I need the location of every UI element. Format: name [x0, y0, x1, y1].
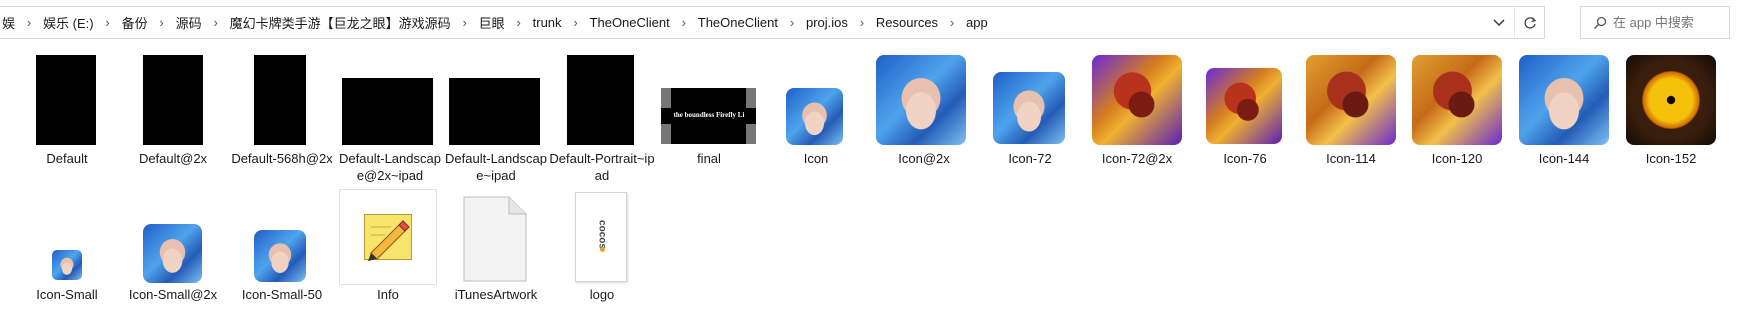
chevron-right-icon[interactable]: › [672, 15, 696, 30]
file-thumbnail [120, 188, 226, 288]
file-name: Icon-Small-50 [241, 287, 323, 302]
character-portrait-image [1519, 55, 1609, 145]
file-thumbnail [871, 50, 977, 150]
file-name: Icon-144 [1538, 151, 1590, 166]
chevron-right-icon[interactable]: › [850, 15, 874, 30]
file-name: Icon-72 [1008, 151, 1052, 166]
file-name: Default [46, 151, 88, 166]
file-thumbnail [120, 50, 226, 150]
chevron-right-icon[interactable]: › [150, 15, 174, 30]
chevron-right-icon[interactable]: › [204, 15, 228, 30]
file-name: Icon-114 [1326, 151, 1376, 166]
breadcrumb-item-jueyan[interactable]: 巨眼 [477, 13, 507, 32]
file-thumbnail [1084, 50, 1190, 150]
file-thumbnail [977, 50, 1083, 150]
file-thumbnail: cocos [549, 188, 655, 288]
dragon-image [1206, 68, 1282, 144]
file-name: iTunesArtwork [454, 287, 538, 302]
breadcrumb-item-backup[interactable]: 备份 [120, 13, 150, 32]
file-name: Icon [803, 151, 829, 166]
history-dropdown-button[interactable] [1484, 7, 1514, 38]
chevron-right-icon[interactable]: › [564, 15, 588, 30]
video-thumbnail: the boundless Firefly Li [656, 50, 762, 150]
chevron-right-icon[interactable]: › [780, 15, 804, 30]
breadcrumb-item-project[interactable]: 魔幻卡牌类手游【巨龙之眼】游戏源码 [228, 13, 453, 32]
breadcrumb-item-resources[interactable]: Resources [874, 15, 940, 30]
chevron-right-icon[interactable]: › [453, 15, 477, 30]
breadcrumb-item-theoneclient-2[interactable]: TheOneClient [696, 15, 780, 30]
dragon-image [1092, 55, 1182, 145]
breadcrumb-item-drive[interactable]: 娱乐 (E:) [41, 13, 96, 32]
file-thumbnail [1192, 50, 1298, 150]
blank-file-icon [463, 196, 527, 282]
file-thumbnail [1511, 50, 1617, 150]
file-thumbnail [1404, 50, 1510, 150]
file-name: Icon-Small [36, 287, 98, 302]
file-name: Default-568h@2x [231, 151, 333, 166]
chevron-right-icon[interactable]: › [17, 15, 41, 30]
logo-image: cocos [575, 192, 627, 282]
file-name: Default@2x [138, 151, 208, 166]
file-thumbnail [443, 188, 549, 288]
search-box[interactable] [1580, 6, 1730, 39]
search-icon [1587, 7, 1613, 38]
file-thumbnail [229, 50, 335, 150]
dragon-eye-image [1626, 55, 1716, 145]
breadcrumb-item-source[interactable]: 源码 [174, 13, 204, 32]
file-name: Icon-152 [1645, 151, 1697, 166]
file-name: Icon-120 [1431, 151, 1483, 166]
dragon-image [1306, 55, 1396, 145]
file-thumbnail [229, 188, 335, 288]
file-thumbnail [443, 50, 549, 150]
character-portrait-image [143, 224, 202, 283]
file-thumbnail [1618, 50, 1724, 150]
refresh-icon [1523, 16, 1536, 29]
breadcrumb-item-theoneclient[interactable]: TheOneClient [588, 15, 672, 30]
file-thumbnail [339, 189, 437, 285]
file-thumbnail [337, 50, 443, 150]
dragon-image [1412, 55, 1502, 145]
file-thumbnail [763, 50, 869, 150]
file-name: Info [377, 287, 399, 302]
file-thumbnail [1298, 50, 1404, 150]
breadcrumb-item-proj-ios[interactable]: proj.ios [804, 15, 850, 30]
refresh-button[interactable] [1514, 7, 1544, 38]
file-name: Default-Landscape@2x~ipad [339, 151, 441, 183]
file-name: Icon@2x [898, 151, 950, 166]
address-row: 娱 › 娱乐 (E:) › 备份 › 源码 › 魔幻卡牌类手游【巨龙之眼】游戏源… [0, 0, 1740, 44]
search-input[interactable] [1613, 15, 1723, 30]
character-portrait-image [254, 230, 306, 282]
file-name: Default-Landscape~ipad [445, 151, 547, 183]
character-portrait-image [786, 88, 843, 145]
address-bar[interactable]: 娱 › 娱乐 (E:) › 备份 › 源码 › 魔幻卡牌类手游【巨龙之眼】游戏源… [0, 6, 1545, 39]
breadcrumb-item-trunk[interactable]: trunk [531, 15, 564, 30]
file-name: Icon-Small@2x [128, 287, 218, 302]
file-thumbnail [549, 50, 655, 150]
file-name: Icon-76 [1223, 151, 1267, 166]
video-frame-text: the boundless Firefly Li [673, 111, 745, 119]
breadcrumb-item-root[interactable]: 娱 [0, 13, 17, 32]
breadcrumb-item-app[interactable]: app [964, 15, 990, 30]
notepad-icon [364, 214, 412, 261]
chevron-right-icon[interactable]: › [507, 15, 531, 30]
character-portrait-image [876, 55, 966, 145]
file-name: logo [589, 287, 615, 302]
chevron-right-icon[interactable]: › [96, 15, 120, 30]
breadcrumb: 娱 › 娱乐 (E:) › 备份 › 源码 › 魔幻卡牌类手游【巨龙之眼】游戏源… [0, 7, 990, 38]
chevron-right-icon[interactable]: › [940, 15, 964, 30]
file-thumbnail [14, 50, 120, 150]
file-name: Default-Portrait~ipad [549, 151, 655, 183]
character-portrait-image [52, 250, 82, 280]
file-name: Icon-72@2x [1101, 151, 1173, 166]
file-thumbnail [14, 188, 120, 288]
character-portrait-image [993, 72, 1065, 144]
file-name: final [697, 151, 721, 166]
chevron-down-icon [1493, 19, 1505, 26]
